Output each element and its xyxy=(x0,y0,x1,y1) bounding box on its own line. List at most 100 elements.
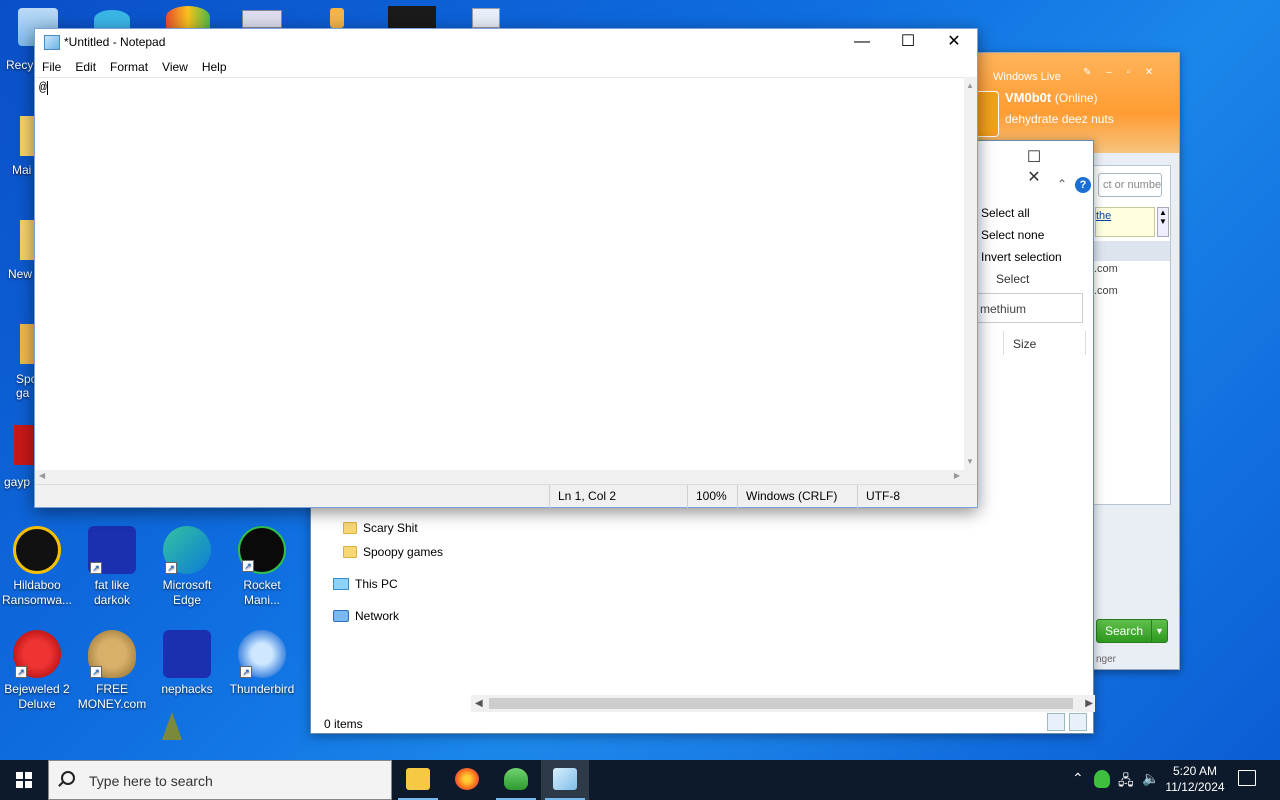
menu-file[interactable]: File xyxy=(35,57,68,77)
invert-selection-button[interactable]: Invert selection xyxy=(981,250,1062,264)
contact-item-2[interactable]: .com xyxy=(1094,285,1118,297)
network-icon xyxy=(333,610,349,622)
help-icon[interactable]: ? xyxy=(1075,177,1091,193)
clock-time: 5:20 AM xyxy=(1172,764,1218,778)
desktop-icon-folder-spooky[interactable] xyxy=(20,324,34,364)
desktop-icon-bejeweled[interactable]: ↗ Bejeweled 2 Deluxe xyxy=(0,630,74,712)
chevron-up-icon[interactable]: ⌃ xyxy=(1057,177,1067,191)
desktop-icon-rocket-mania[interactable]: ↗ Rocket Mani... xyxy=(225,526,299,608)
search-button-label: Search xyxy=(1105,624,1144,638)
scroll-right-icon[interactable]: ▶ xyxy=(954,471,960,480)
scroll-right-icon[interactable]: ▶ xyxy=(1085,695,1093,712)
fat-like-darkok-label: fat like darkok xyxy=(93,578,131,607)
system-clock[interactable]: 5:20 AM 11/12/2024 xyxy=(1160,763,1230,795)
scroll-down-icon[interactable]: ▼ xyxy=(966,457,974,466)
desktop-icon-top-4[interactable] xyxy=(242,10,282,28)
desktop-icon-hildaboo[interactable]: Hildaboo Ransomwa... xyxy=(0,526,74,608)
desktop-icon-top-2[interactable] xyxy=(94,10,130,28)
resize-corner[interactable] xyxy=(964,470,977,484)
free-money-label: FREE MONEY.com xyxy=(77,682,147,711)
taskbar: Type here to search ⌃ 🖧 🔈 5:20 AM 11/12/… xyxy=(0,760,1280,800)
nav-item-scary-shit[interactable]: Scary Shit xyxy=(343,521,418,535)
column-header-size[interactable]: Size xyxy=(1013,337,1036,351)
bejeweled-icon: ↗ xyxy=(13,630,61,678)
nav-item-network[interactable]: Network xyxy=(333,609,399,623)
details-view-icon[interactable] xyxy=(1047,713,1065,731)
horizontal-scrollbar[interactable]: ◀ ▶ xyxy=(471,695,1095,712)
folder-icon xyxy=(406,768,430,790)
messenger-search-button[interactable]: Search ▼ xyxy=(1096,619,1168,643)
thunderbird-icon: ↗ xyxy=(238,630,286,678)
scroll-left-icon[interactable]: ◀ xyxy=(475,695,483,712)
messenger-scrollbar[interactable]: ▲ ▼ xyxy=(1157,207,1169,237)
scroll-up-icon[interactable]: ▲ xyxy=(966,81,974,90)
hildaboo-label: Hildaboo Ransomwa... xyxy=(1,578,73,607)
explorer-search-input[interactable]: methium xyxy=(971,293,1083,323)
select-none-button[interactable]: Select none xyxy=(981,228,1044,242)
select-all-button[interactable]: Select all xyxy=(981,206,1030,220)
close-button[interactable]: ✕ xyxy=(1011,167,1057,187)
minimize-button[interactable]: — xyxy=(839,29,885,57)
desktop-icon-small-tree[interactable] xyxy=(162,712,182,740)
messenger-window-controls[interactable]: ✎ – ▫ ✕ xyxy=(1083,67,1159,78)
maximize-button[interactable]: ☐ xyxy=(1011,147,1057,167)
gayp-label: gayp xyxy=(4,475,31,489)
column-divider[interactable] xyxy=(1003,331,1004,355)
taskbar-file-explorer[interactable] xyxy=(394,760,442,800)
notepad-titlebar[interactable]: *Untitled - Notepad — ☐ ✕ xyxy=(35,29,977,57)
folder-icon xyxy=(343,546,357,558)
taskbar-search-box[interactable]: Type here to search xyxy=(48,760,392,800)
notepad-window[interactable]: *Untitled - Notepad — ☐ ✕ File Edit Form… xyxy=(34,28,978,508)
folder-new-label: New xyxy=(8,267,33,281)
start-button[interactable] xyxy=(0,760,48,800)
taskbar-firefox[interactable] xyxy=(443,760,491,800)
contact-item-1[interactable]: .com xyxy=(1094,263,1118,275)
menu-edit[interactable]: Edit xyxy=(68,57,103,77)
contact-search-input[interactable]: ct or numbe xyxy=(1098,173,1162,197)
scrollbar-thumb[interactable] xyxy=(489,698,1073,709)
messenger-tray-icon[interactable] xyxy=(1094,770,1110,788)
horizontal-scrollbar[interactable]: ◀ ▶ xyxy=(35,470,964,484)
desktop-icon-top-5[interactable] xyxy=(330,8,344,28)
maximize-button[interactable]: ☐ xyxy=(885,29,931,57)
close-button[interactable]: ✕ xyxy=(931,29,977,57)
menu-help[interactable]: Help xyxy=(195,57,234,77)
desktop-icon-fat-like-darkok[interactable]: ↗ fat like darkok xyxy=(75,526,149,608)
folder-mai-label: Mai xyxy=(12,163,32,177)
show-hidden-icons-chevron-icon[interactable]: ⌃ xyxy=(1072,770,1084,800)
messenger-display-name[interactable]: VM0b0t (Online) xyxy=(1005,90,1098,105)
personal-message[interactable]: dehydrate deez nuts xyxy=(1005,112,1114,126)
hildaboo-icon xyxy=(13,526,61,574)
shortcut-arrow-icon: ↗ xyxy=(90,666,102,678)
desktop-icon-microsoft-edge[interactable]: ↗ Microsoft Edge xyxy=(150,526,224,608)
scroll-left-icon[interactable]: ◀ xyxy=(39,471,45,480)
desktop-icon-free-money[interactable]: ↗ FREE MONEY.com xyxy=(75,630,149,712)
status-text[interactable]: (Online) xyxy=(1055,91,1098,105)
status-zoom: 100% xyxy=(687,485,737,508)
desktop-icon-thunderbird[interactable]: ↗ Thunderbird xyxy=(225,630,299,697)
notification-center-icon[interactable] xyxy=(1238,770,1256,786)
menu-view[interactable]: View xyxy=(155,57,195,77)
status-bar: Ln 1, Col 2 100% Windows (CRLF) UTF-8 xyxy=(35,484,977,508)
column-divider[interactable] xyxy=(1085,331,1086,355)
messenger-link[interactable]: the xyxy=(1095,207,1155,237)
taskbar-notepad[interactable] xyxy=(541,760,589,800)
desktop-icon-top-3[interactable] xyxy=(166,6,210,28)
large-icons-view-icon[interactable] xyxy=(1069,713,1087,731)
taskbar-messenger[interactable] xyxy=(492,760,540,800)
chevron-down-icon[interactable]: ▼ xyxy=(1151,620,1167,642)
desktop-icon-gayp[interactable] xyxy=(14,425,34,465)
network-icon[interactable]: 🖧 xyxy=(1118,770,1134,800)
text-editor-area[interactable]: @ xyxy=(35,77,964,470)
volume-icon[interactable]: 🔈 xyxy=(1142,770,1159,800)
desktop-icon-folder-mai[interactable] xyxy=(20,116,34,156)
search-icon xyxy=(61,771,75,785)
vertical-scrollbar[interactable]: ▲ ▼ xyxy=(964,77,977,470)
desktop-icon-top-7[interactable] xyxy=(472,8,500,28)
nav-item-this-pc[interactable]: This PC xyxy=(333,577,398,591)
nav-item-spoopy-games[interactable]: Spoopy games xyxy=(343,545,443,559)
menu-format[interactable]: Format xyxy=(103,57,155,77)
desktop-icon-nephacks[interactable]: nephacks xyxy=(150,630,224,697)
desktop-icon-folder-new[interactable] xyxy=(20,220,34,260)
desktop-icon-top-6[interactable] xyxy=(388,6,436,28)
